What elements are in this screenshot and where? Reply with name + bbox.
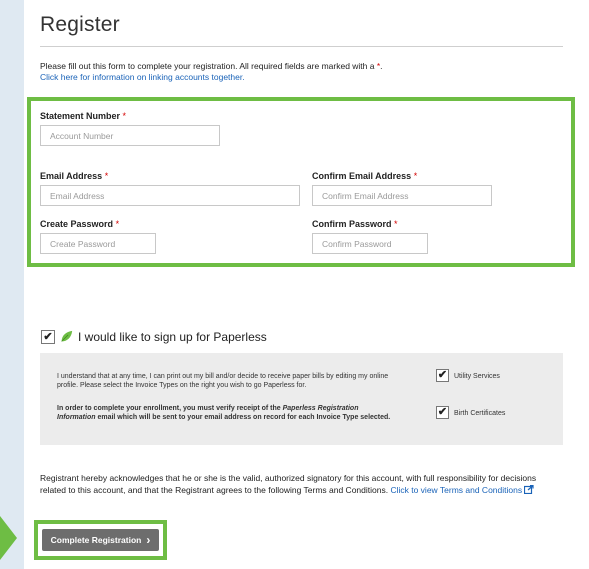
complete-registration-label: Complete Registration — [50, 535, 142, 545]
required-marker: * — [104, 171, 109, 181]
verify-text-part: email which will be sent to your email a… — [97, 414, 391, 421]
paperless-checkbox[interactable]: ✔ — [41, 330, 55, 344]
email-input[interactable] — [40, 185, 300, 206]
confirm-email-input[interactable] — [312, 185, 492, 206]
leaf-icon — [61, 330, 73, 342]
password-label: Create Password * — [40, 219, 119, 229]
paperless-label: I would like to sign up for Paperless — [78, 330, 267, 344]
utility-services-checkbox[interactable]: ✔ — [436, 369, 449, 382]
confirm-password-label: Confirm Password * — [312, 219, 398, 229]
required-marker: * — [413, 171, 418, 181]
confirm-email-label-text: Confirm Email Address — [312, 171, 412, 181]
terms-link-text: Click to view Terms and Conditions — [390, 484, 523, 495]
email-label-text: Email Address — [40, 171, 103, 181]
statement-number-input[interactable] — [40, 125, 220, 146]
intro-text: Please fill out this form to complete yo… — [40, 61, 383, 83]
utility-services-label: Utility Services — [454, 373, 500, 380]
confirm-password-label-text: Confirm Password — [312, 219, 392, 229]
email-label: Email Address * — [40, 171, 108, 181]
checkmark-icon: ✔ — [437, 406, 448, 418]
terms-link[interactable]: Click to view Terms and Conditions — [390, 484, 535, 495]
terms-acknowledgement: Registrant hereby acknowledges that he o… — [40, 473, 562, 496]
verify-text-italic: Paperless Registration — [282, 405, 359, 412]
statement-number-label: Statement Number * — [40, 111, 126, 121]
complete-registration-button[interactable]: Complete Registration › — [42, 529, 159, 551]
statement-number-label-text: Statement Number — [40, 111, 121, 121]
checkmark-icon: ✔ — [437, 369, 448, 381]
confirm-email-label: Confirm Email Address * — [312, 171, 417, 181]
checkmark-icon: ✔ — [43, 330, 53, 343]
password-label-text: Create Password — [40, 219, 114, 229]
paperless-info-box — [40, 353, 563, 445]
intro-period: . — [380, 61, 383, 71]
title-divider — [40, 46, 563, 47]
chevron-right-icon: › — [146, 533, 151, 547]
paperless-info-text: I understand that at any time, I can pri… — [57, 372, 388, 390]
birth-certificates-label: Birth Certificates — [454, 410, 506, 417]
verify-text-italic: Information — [57, 414, 96, 421]
paperless-info-line: I understand that at any time, I can pri… — [57, 373, 389, 380]
page-title: Register — [40, 13, 120, 36]
required-marker: * — [122, 111, 127, 121]
confirm-password-input[interactable] — [312, 233, 428, 254]
paperless-info-line: profile. Please select the Invoice Types… — [57, 382, 307, 389]
birth-certificates-checkbox[interactable]: ✔ — [436, 406, 449, 419]
intro-sentence: Please fill out this form to complete yo… — [40, 61, 375, 71]
create-password-input[interactable] — [40, 233, 156, 254]
verify-text-part: In order to complete your enrollment, yo… — [57, 405, 281, 412]
linking-accounts-link[interactable]: Click here for information on linking ac… — [40, 72, 245, 82]
required-marker: * — [394, 219, 398, 229]
paperless-verify-text: In order to complete your enrollment, yo… — [57, 404, 427, 422]
pointer-arrow — [0, 516, 17, 560]
required-marker: * — [115, 219, 120, 229]
external-link-icon — [524, 484, 535, 494]
